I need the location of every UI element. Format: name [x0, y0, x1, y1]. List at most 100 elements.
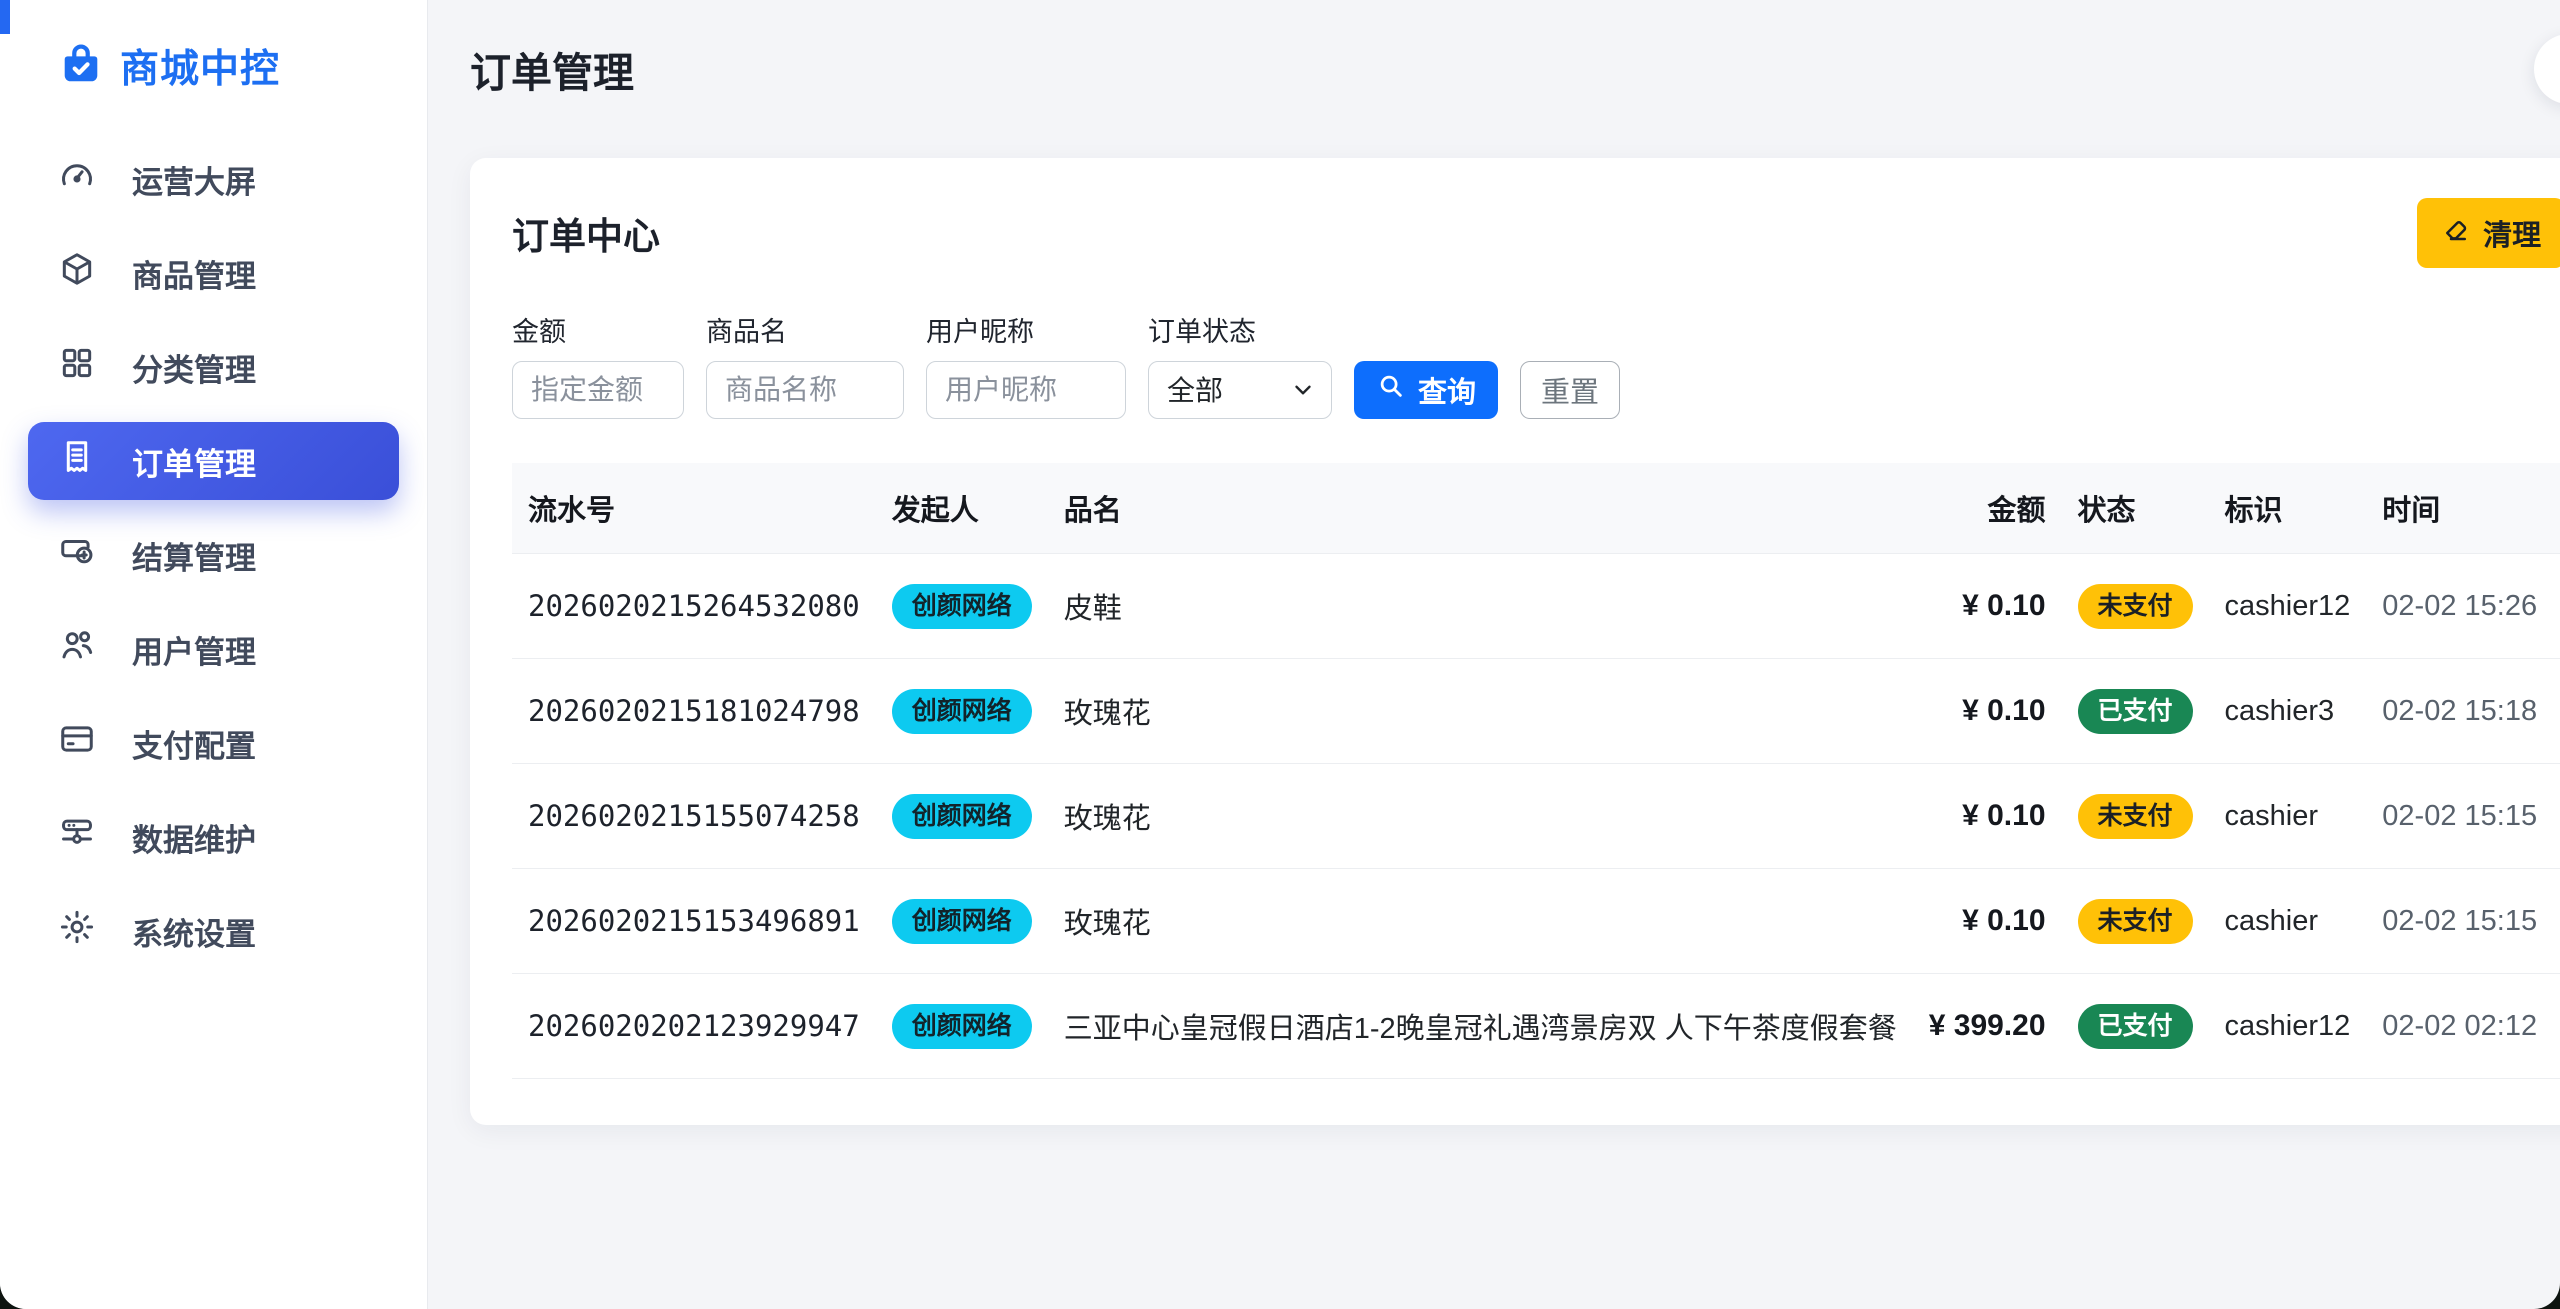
- search-button[interactable]: 查询: [1354, 361, 1498, 419]
- page-title: 订单管理: [470, 39, 634, 99]
- initiator-badge: 创颜网络: [892, 1004, 1032, 1049]
- dashboard-gauge-icon: [58, 156, 96, 202]
- product-name: 玫瑰花: [1048, 764, 1913, 869]
- sidebar-item-label: 结算管理: [132, 533, 256, 578]
- table-row: 2026020202123929947 创颜网络 三亚中心皇冠假日酒店1-2晚皇…: [512, 974, 2560, 1079]
- col-cashier: 标识: [2209, 463, 2367, 554]
- cashier-id: cashier: [2209, 764, 2367, 869]
- col-amount: 金额: [1913, 463, 2062, 554]
- product-filter: 商品名: [706, 310, 904, 419]
- nickname-input[interactable]: [926, 361, 1126, 419]
- order-amount: ¥ 0.10: [1913, 869, 2062, 974]
- status-badge: 未支付: [2078, 899, 2193, 944]
- order-amount: ¥ 0.10: [1913, 554, 2062, 659]
- order-time: 02-02 15:15: [2366, 869, 2553, 974]
- status-badge: 已支付: [2078, 1004, 2193, 1049]
- nickname-label: 用户昵称: [926, 310, 1126, 349]
- card-header: 订单中心 清理: [512, 198, 2560, 268]
- amount-filter: 金额: [512, 310, 684, 419]
- col-product: 品名: [1048, 463, 1913, 554]
- col-time: 时间: [2366, 463, 2553, 554]
- col-actions: 操作: [2553, 463, 2560, 554]
- sidebar-item-label: 运营大屏: [132, 157, 256, 202]
- sidebar-item-payment[interactable]: 支付配置: [28, 704, 399, 782]
- order-time: 02-02 15:26: [2366, 554, 2553, 659]
- sidebar-item-label: 支付配置: [132, 721, 256, 766]
- amount-label: 金额: [512, 310, 684, 349]
- product-name: 玫瑰花: [1048, 869, 1913, 974]
- data-maintenance-icon: [58, 814, 96, 860]
- window-edge-accent: [0, 0, 10, 34]
- sidebar-item-data[interactable]: 数据维护: [28, 798, 399, 876]
- status-badge: 未支付: [2078, 794, 2193, 839]
- sidebar-item-label: 商品管理: [132, 251, 256, 296]
- order-time: 02-02 15:15: [2366, 764, 2553, 869]
- order-status-select[interactable]: 全部: [1148, 361, 1332, 419]
- status-badge: 已支付: [2078, 689, 2193, 734]
- sidebar-nav: 运营大屏 商品管理 分类管理: [28, 140, 399, 970]
- reset-button[interactable]: 重置: [1520, 361, 1620, 419]
- sidebar-item-label: 用户管理: [132, 627, 256, 672]
- table-row: 2026020215153496891 创颜网络 玫瑰花 ¥ 0.10 未支付 …: [512, 869, 2560, 974]
- sidebar-item-label: 分类管理: [132, 345, 256, 390]
- payment-card-icon: [58, 720, 96, 766]
- nickname-filter: 用户昵称: [926, 310, 1126, 419]
- col-status: 状态: [2062, 463, 2209, 554]
- sidebar-item-label: 订单管理: [132, 439, 256, 484]
- sidebar-item-categories[interactable]: 分类管理: [28, 328, 399, 406]
- product-name: 玫瑰花: [1048, 659, 1913, 764]
- sidebar-item-settlement[interactable]: 结算管理: [28, 516, 399, 594]
- col-initiator: 发起人: [876, 463, 1048, 554]
- status-badge: 未支付: [2078, 584, 2193, 629]
- table-row: 2026020215264532080 创颜网络 皮鞋 ¥ 0.10 未支付 c…: [512, 554, 2560, 659]
- order-serial: 2026020202123929947: [528, 1009, 860, 1043]
- product-name: 皮鞋: [1048, 554, 1913, 659]
- sidebar-item-dashboard[interactable]: 运营大屏: [28, 140, 399, 218]
- card-title: 订单中心: [512, 206, 660, 260]
- cashier-id: cashier12: [2209, 974, 2367, 1079]
- brand-title: 商城中控: [120, 38, 280, 94]
- table-row: 2026020215155074258 创颜网络 玫瑰花 ¥ 0.10 未支付 …: [512, 764, 2560, 869]
- order-receipt-icon: [58, 438, 96, 484]
- shopping-bag-check-icon: [58, 41, 104, 92]
- users-icon: [58, 626, 96, 672]
- category-grid-icon: [58, 344, 96, 390]
- order-serial: 2026020215264532080: [528, 589, 860, 623]
- eraser-icon: [2441, 214, 2471, 252]
- order-center-card: 订单中心 清理: [470, 158, 2560, 1125]
- sidebar-item-products[interactable]: 商品管理: [28, 234, 399, 312]
- order-serial: 2026020215155074258: [528, 799, 860, 833]
- initiator-badge: 创颜网络: [892, 584, 1032, 629]
- order-serial: 2026020215181024798: [528, 694, 860, 728]
- product-name-input[interactable]: [706, 361, 904, 419]
- sidebar-item-settings[interactable]: 系统设置: [28, 892, 399, 970]
- initiator-badge: 创颜网络: [892, 689, 1032, 734]
- product-name: 三亚中心皇冠假日酒店1-2晚皇冠礼遇湾景房双 人下午茶度假套餐: [1048, 974, 1913, 1079]
- filter-bar: 金额 商品名 用户昵称 订单状态 全部: [512, 310, 2560, 419]
- cashier-id: cashier12: [2209, 554, 2367, 659]
- sidebar-item-users[interactable]: 用户管理: [28, 610, 399, 688]
- status-label: 订单状态: [1148, 310, 1332, 349]
- topbar: 订单管理 admin: [470, 34, 2560, 104]
- settlement-money-icon: [58, 532, 96, 578]
- amount-input[interactable]: [512, 361, 684, 419]
- clean-button[interactable]: 清理: [2417, 198, 2560, 268]
- sidebar-item-label: 系统设置: [132, 909, 256, 954]
- order-amount: ¥ 399.20: [1913, 974, 2062, 1079]
- user-menu-button[interactable]: admin: [2534, 34, 2560, 104]
- settings-gear-icon: [58, 908, 96, 954]
- sidebar-item-orders[interactable]: 订单管理: [28, 422, 399, 500]
- order-amount: ¥ 0.10: [1913, 764, 2062, 869]
- card-header-actions: 清理 清空: [2417, 198, 2560, 268]
- orders-table: 流水号 发起人 品名 金额 状态 标识 时间 操作 20260202152645…: [512, 463, 2560, 1079]
- order-time: 02-02 02:12: [2366, 974, 2553, 1079]
- brand: 商城中控: [58, 38, 399, 94]
- main-content: 订单管理 admin 订单中心: [428, 0, 2560, 1309]
- initiator-badge: 创颜网络: [892, 794, 1032, 839]
- order-serial: 2026020215153496891: [528, 904, 860, 938]
- package-box-icon: [58, 250, 96, 296]
- table-header-row: 流水号 发起人 品名 金额 状态 标识 时间 操作: [512, 463, 2560, 554]
- initiator-badge: 创颜网络: [892, 899, 1032, 944]
- sidebar-item-label: 数据维护: [132, 815, 256, 860]
- sidebar: 商城中控 运营大屏 商品管理: [0, 0, 428, 1309]
